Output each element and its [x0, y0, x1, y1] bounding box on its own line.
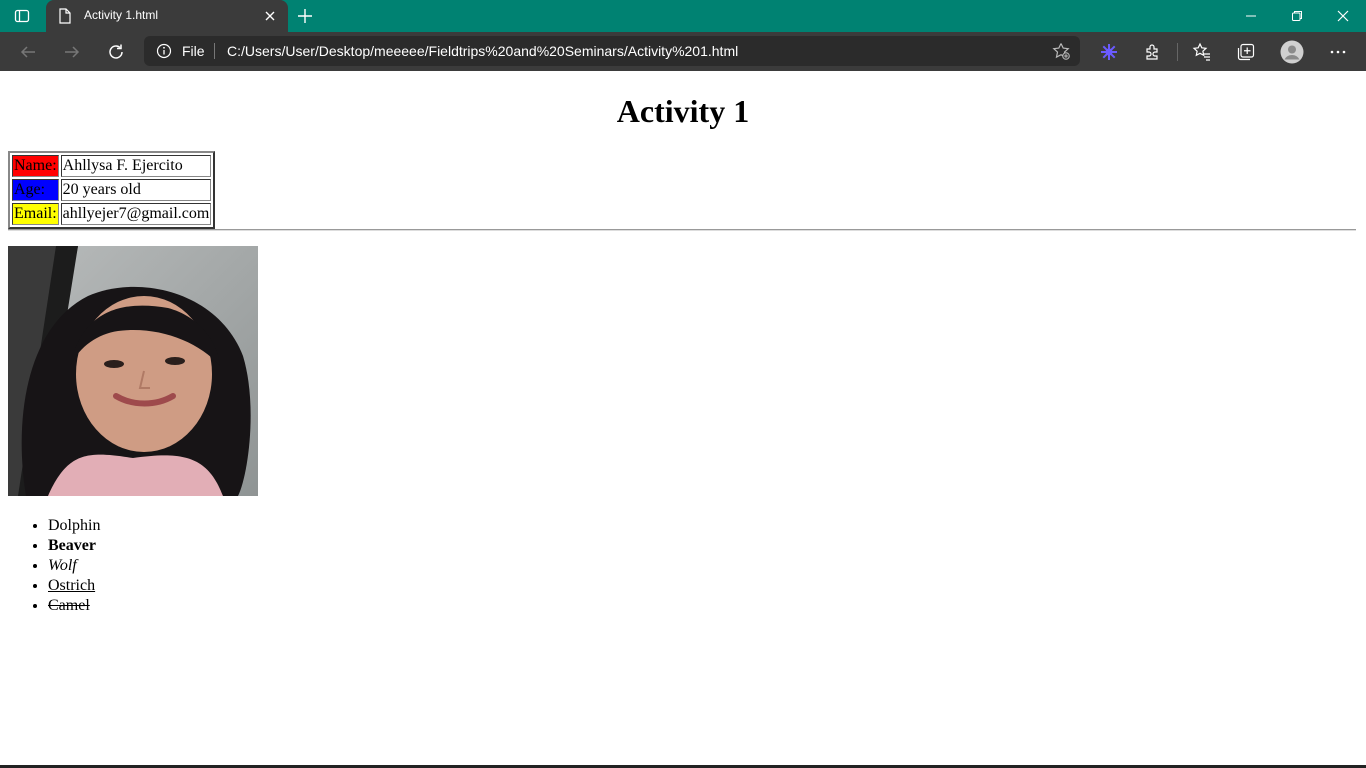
back-button[interactable] [16, 40, 40, 64]
refresh-button[interactable] [104, 40, 128, 64]
extensions-icon[interactable] [1141, 40, 1165, 64]
tab-title: Activity 1.html [84, 8, 159, 22]
url-text[interactable]: C:/Users/User/Desktop/meeeee/Fieldtrips%… [227, 43, 738, 59]
extension-spark-icon[interactable] [1097, 40, 1121, 64]
info-table: Name: Ahllysa F. Ejercito Age: 20 years … [8, 151, 216, 229]
more-options-icon[interactable] [1326, 40, 1350, 64]
animal-list: Dolphin Beaver Wolf Ostrich Camel [8, 516, 100, 616]
minimize-button[interactable] [1228, 0, 1274, 32]
address-divider [214, 43, 215, 59]
restore-button[interactable] [1274, 0, 1320, 32]
address-bar[interactable]: File C:/Users/User/Desktop/meeeee/Fieldt… [144, 36, 1080, 66]
list-item: Dolphin [48, 516, 100, 536]
tab-actions-icon[interactable] [14, 8, 30, 24]
collections-icon[interactable] [1234, 40, 1258, 64]
list-item: Ostrich [48, 576, 100, 596]
email-label: Email: [12, 203, 59, 225]
favorites-icon[interactable] [1190, 40, 1214, 64]
forward-button[interactable] [60, 40, 84, 64]
age-label: Age: [12, 179, 59, 201]
new-tab-icon[interactable] [296, 7, 314, 25]
close-tab-icon[interactable] [262, 8, 278, 24]
info-icon[interactable] [156, 43, 172, 59]
browser-toolbar: File C:/Users/User/Desktop/meeeee/Fieldt… [0, 32, 1366, 71]
table-row: Age: 20 years old [12, 179, 212, 201]
table-row: Name: Ahllysa F. Ejercito [12, 155, 212, 177]
profile-photo [8, 246, 258, 496]
title-bar: Activity 1.html [0, 0, 1366, 32]
page-content: Activity 1 Name: Ahllysa F. Ejercito Age… [0, 71, 1366, 768]
list-item: Wolf [48, 556, 100, 576]
list-item: Beaver [48, 536, 100, 556]
tab-activity[interactable]: Activity 1.html [46, 0, 288, 32]
close-window-button[interactable] [1320, 0, 1366, 32]
age-value: 20 years old [60, 179, 212, 201]
page-heading: Activity 1 [616, 93, 750, 129]
list-item: Camel [48, 596, 100, 616]
name-value: Ahllysa F. Ejercito [60, 155, 212, 177]
horizontal-rule [8, 229, 1356, 231]
profile-avatar-icon[interactable] [1280, 40, 1304, 64]
table-row: Email: ahllyejer7@gmail.com [12, 203, 212, 225]
email-value: ahllyejer7@gmail.com [60, 203, 212, 225]
name-label: Name: [12, 155, 59, 177]
file-label: File [182, 43, 205, 59]
toolbar-divider [1177, 43, 1178, 61]
add-favorite-icon[interactable] [1052, 42, 1070, 60]
document-icon [58, 8, 72, 24]
